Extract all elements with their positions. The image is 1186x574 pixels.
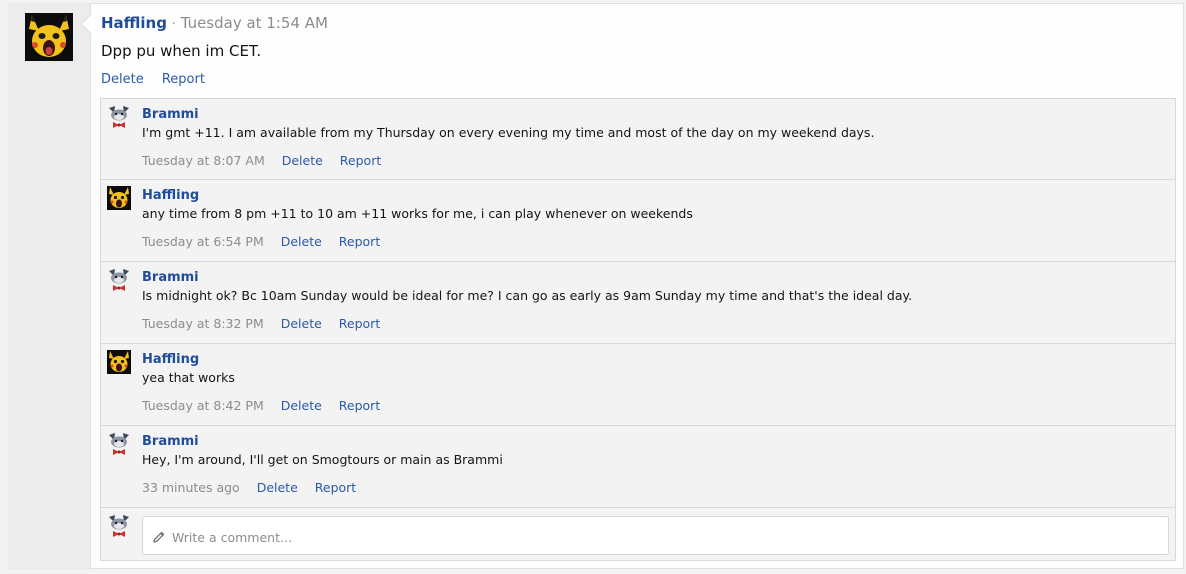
comment-delete-link[interactable]: Delete xyxy=(281,316,322,331)
post-report-link[interactable]: Report xyxy=(162,72,205,87)
comment-author-link[interactable]: Haffling xyxy=(142,351,199,368)
comment-delete-link[interactable]: Delete xyxy=(281,398,322,413)
comment-timestamp[interactable]: Tuesday at 8:32 PM xyxy=(142,316,264,331)
brammi-avatar[interactable] xyxy=(107,432,131,456)
comment-author-link[interactable]: Brammi xyxy=(142,269,199,286)
brammi-avatar[interactable] xyxy=(107,514,131,538)
haffling-avatar[interactable] xyxy=(107,350,131,374)
comment-item: Brammi I'm gmt +11. I am available from … xyxy=(101,99,1175,180)
brammi-avatar[interactable] xyxy=(107,105,131,129)
comment-meta: 33 minutes ago Delete Report xyxy=(142,479,369,496)
brammi-avatar[interactable] xyxy=(107,268,131,292)
comment-meta: Tuesday at 8:42 PM Delete Report xyxy=(142,397,393,414)
comment-author-link[interactable]: Haffling xyxy=(142,187,199,204)
comment-meta: Tuesday at 8:32 PM Delete Report xyxy=(142,315,393,332)
comment-text: Hey, I'm around, I'll get on Smogtours o… xyxy=(142,452,503,467)
haffling-avatar[interactable] xyxy=(107,186,131,210)
comment-meta: Tuesday at 6:54 PM Delete Report xyxy=(142,233,393,250)
comment-text: any time from 8 pm +11 to 10 am +11 work… xyxy=(142,206,693,221)
post-pointer-inner xyxy=(82,15,91,33)
post-timestamp[interactable]: Tuesday at 1:54 AM xyxy=(181,14,328,32)
post-delete-link[interactable]: Delete xyxy=(101,72,144,87)
comment-report-link[interactable]: Report xyxy=(340,153,381,168)
comment-report-link[interactable]: Report xyxy=(339,316,380,331)
avatar-column xyxy=(8,3,90,569)
post-actions: Delete Report xyxy=(101,71,219,89)
comment-meta: Tuesday at 8:07 AM Delete Report xyxy=(142,152,394,169)
comment-text: I'm gmt +11. I am available from my Thur… xyxy=(142,125,875,140)
comment-report-link[interactable]: Report xyxy=(339,398,380,413)
comment-report-link[interactable]: Report xyxy=(315,480,356,495)
comment-timestamp[interactable]: 33 minutes ago xyxy=(142,480,240,495)
comment-delete-link[interactable]: Delete xyxy=(281,234,322,249)
haffling-avatar[interactable] xyxy=(25,13,73,61)
comment-item: Brammi Is midnight ok? Bc 10am Sunday wo… xyxy=(101,262,1175,344)
comment-input[interactable] xyxy=(170,526,1154,548)
comment-item: Haffling any time from 8 pm +11 to 10 am… xyxy=(101,180,1175,262)
comment-timestamp[interactable]: Tuesday at 8:42 PM xyxy=(142,398,264,413)
comment-timestamp[interactable]: Tuesday at 8:07 AM xyxy=(142,153,265,168)
comment-timestamp[interactable]: Tuesday at 6:54 PM xyxy=(142,234,264,249)
comment-text: yea that works xyxy=(142,370,235,385)
comment-author-link[interactable]: Brammi xyxy=(142,433,199,450)
comment-composer-row xyxy=(101,508,1175,560)
comment-report-link[interactable]: Report xyxy=(339,234,380,249)
comment-item: Brammi Hey, I'm around, I'll get on Smog… xyxy=(101,426,1175,508)
comment-composer[interactable] xyxy=(142,516,1169,555)
post-separator: · xyxy=(171,17,176,32)
comment-item: Haffling yea that works Tuesday at 8:42 … xyxy=(101,344,1175,426)
comment-delete-link[interactable]: Delete xyxy=(257,480,298,495)
post-author-link[interactable]: Haffling xyxy=(101,14,167,32)
comment-author-link[interactable]: Brammi xyxy=(142,106,199,123)
post-body: Dpp pu when im CET. xyxy=(101,42,262,60)
comment-text: Is midnight ok? Bc 10am Sunday would be … xyxy=(142,288,913,303)
pencil-icon xyxy=(152,529,166,543)
comment-list: Brammi I'm gmt +11. I am available from … xyxy=(100,98,1176,561)
comment-delete-link[interactable]: Delete xyxy=(282,153,323,168)
post-header: Haffling · Tuesday at 1:54 AM xyxy=(101,13,328,35)
